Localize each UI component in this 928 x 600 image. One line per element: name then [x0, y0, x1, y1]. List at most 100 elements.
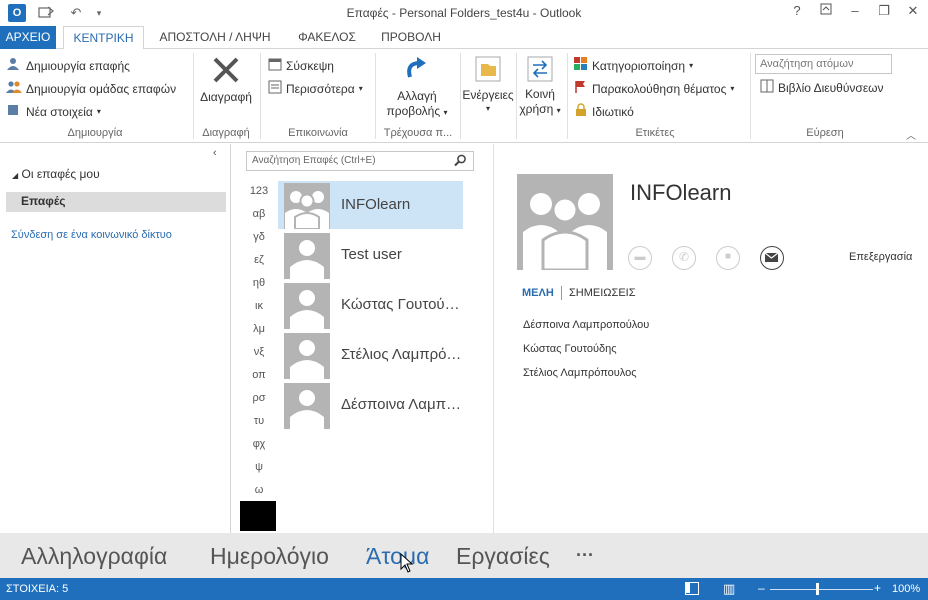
- normal-view-icon-pane: [686, 583, 690, 593]
- contact-card[interactable]: INFOlearn: [278, 181, 463, 229]
- actions-button[interactable]: Ενέργειες ▾: [462, 55, 514, 113]
- nav-calendar[interactable]: Ημερολόγιο: [210, 543, 329, 570]
- group-label-communicate: Επικοινωνία: [288, 127, 348, 139]
- ribbon-display-options-button[interactable]: [815, 3, 837, 21]
- ribbon-separator: [260, 53, 261, 139]
- alphabet-index-item[interactable]: γδ: [246, 231, 272, 243]
- zoom-level[interactable]: 100%: [892, 583, 920, 595]
- zoom-in-icon[interactable]: +: [874, 581, 881, 595]
- categorize-button[interactable]: Κατηγοριοποίηση ▾: [574, 57, 693, 74]
- alphabet-index-item[interactable]: φχ: [246, 438, 272, 450]
- alphabet-index-item[interactable]: ρσ: [246, 392, 272, 404]
- folder-pane: ‹ ◢ Οι επαφές μου Επαφές Σύνδεση σε ένα …: [0, 144, 231, 533]
- tab-home[interactable]: ΚΕΝΤΡΙΚΗ: [63, 26, 144, 50]
- member-item[interactable]: Δέσποινα Λαμπροπούλου: [523, 319, 649, 331]
- email-icon[interactable]: [760, 246, 784, 270]
- nav-tasks[interactable]: Εργασίες: [456, 543, 550, 570]
- group-label-find: Εύρεση: [806, 127, 844, 139]
- nav-mail[interactable]: Αλληλογραφία: [21, 543, 167, 570]
- search-contacts-placeholder: Αναζήτηση Επαφές (Ctrl+E): [252, 155, 376, 166]
- more-button[interactable]: Περισσότερα ▾: [268, 80, 363, 97]
- address-book-icon: [760, 79, 774, 96]
- tab-send-receive[interactable]: ΑΠΟΣΤΟΛΗ / ΛΗΨΗ: [152, 26, 278, 49]
- contact-card[interactable]: Δέσποινα Λαμπροπούλου: [278, 381, 463, 429]
- close-button[interactable]: ✕: [902, 3, 924, 21]
- help-button[interactable]: ?: [786, 3, 808, 21]
- im-icon[interactable]: ▬: [628, 246, 652, 270]
- zoom-slider-thumb[interactable]: [816, 583, 819, 595]
- change-view-button[interactable]: Αλλαγή προβολής ▾: [382, 55, 452, 120]
- contact-card[interactable]: Στέλιος Λαμπρόπουλος: [278, 331, 463, 379]
- group-label-delete: Διαγραφή: [202, 127, 250, 139]
- connect-social-network-link[interactable]: Σύνδεση σε ένα κοινωνικό δίκτυο: [11, 229, 172, 241]
- restore-button[interactable]: ❐: [873, 3, 895, 21]
- nav-more[interactable]: ···: [576, 545, 594, 566]
- new-items-button[interactable]: Νέα στοιχεία ▾: [6, 103, 101, 120]
- title-bar: O ↶ ▾ Επαφές - Personal Folders_test4u -…: [0, 0, 928, 26]
- actions-label: Ενέργειες: [462, 88, 514, 102]
- search-contacts-input[interactable]: Αναζήτηση Επαφές (Ctrl+E): [246, 151, 474, 171]
- alphabet-index-item[interactable]: 123: [246, 185, 272, 197]
- alphabet-scroll-block[interactable]: [240, 501, 276, 531]
- tab-file[interactable]: ΑΡΧΕΙΟ: [0, 26, 56, 49]
- alphabet-index-item[interactable]: ηθ: [246, 277, 272, 289]
- search-people-placeholder: Αναζήτηση ατόμων: [760, 58, 854, 70]
- tab-view[interactable]: ΠΡΟΒΟΛΗ: [374, 26, 448, 49]
- member-item[interactable]: Κώστας Γουτούδης: [523, 343, 617, 355]
- meeting-label: Σύσκεψη: [286, 58, 334, 73]
- nav-people[interactable]: Άτομα: [366, 543, 429, 570]
- my-contacts-header[interactable]: ◢ Οι επαφές μου: [12, 167, 100, 181]
- search-icon: [454, 154, 467, 170]
- follow-up-button[interactable]: Παρακολούθηση θέματος ▾: [574, 80, 734, 97]
- folder-contacts[interactable]: Επαφές: [6, 192, 226, 212]
- alphabet-index-item[interactable]: αβ: [246, 208, 272, 220]
- new-contact-group-button[interactable]: Δημιουργία ομάδας επαφών: [6, 80, 176, 97]
- member-item[interactable]: Στέλιος Λαμπρόπουλος: [523, 367, 637, 379]
- share-icon: [526, 55, 554, 87]
- normal-view-icon[interactable]: [685, 582, 699, 595]
- new-contact-button[interactable]: Δημιουργία επαφής: [6, 57, 130, 74]
- address-book-button[interactable]: Βιβλίο Διευθύνσεων: [760, 79, 884, 96]
- private-button[interactable]: Ιδιωτικό: [574, 103, 634, 120]
- collapse-ribbon-icon[interactable]: ︿: [906, 127, 916, 142]
- contact-card-name: Κώστας Γουτούδης: [341, 296, 463, 313]
- zoom-slider[interactable]: [770, 589, 873, 590]
- alphabet-index-item[interactable]: τυ: [246, 415, 272, 427]
- alphabet-index-item[interactable]: ω: [246, 484, 272, 496]
- tab-members[interactable]: ΜΕΛΗ: [522, 287, 554, 299]
- alphabet-index-item[interactable]: λμ: [246, 323, 272, 335]
- tab-folder[interactable]: ΦΑΚΕΛΟΣ: [290, 26, 364, 49]
- ribbon-separator: [193, 53, 194, 139]
- ribbon-separator: [375, 53, 376, 139]
- alphabet-index-item[interactable]: νξ: [246, 346, 272, 358]
- mouse-cursor-icon: [400, 552, 414, 576]
- contact-card-name: Test user: [341, 246, 402, 263]
- delete-button[interactable]: Διαγραφή: [197, 55, 255, 104]
- alphabet-index-item[interactable]: οπ: [246, 369, 272, 381]
- follow-up-label: Παρακολούθηση θέματος: [592, 81, 727, 96]
- tab-divider: [561, 286, 562, 300]
- alphabet-index-item[interactable]: ικ: [246, 300, 272, 312]
- alphabet-index-item[interactable]: ψ: [246, 461, 272, 473]
- tab-notes[interactable]: ΣΗΜΕΙΩΣΕΙΣ: [569, 287, 636, 299]
- share-button[interactable]: Κοινή χρήση ▾: [517, 55, 563, 118]
- meeting-button[interactable]: Σύσκεψη: [268, 57, 334, 74]
- search-people-input[interactable]: Αναζήτηση ατόμων: [755, 54, 892, 74]
- new-contact-label: Δημιουργία επαφής: [26, 58, 130, 73]
- minimize-button[interactable]: –: [844, 3, 866, 21]
- zoom-out-icon[interactable]: –: [758, 581, 765, 595]
- collapse-folder-pane-icon[interactable]: ‹: [213, 147, 217, 159]
- new-items-icon: [6, 103, 22, 120]
- phone-icon[interactable]: ✆: [672, 246, 696, 270]
- change-view-icon: [402, 55, 432, 89]
- status-bar: ΣΤΟΙΧΕΙΑ: 5 ▥ – + 100%: [0, 578, 928, 600]
- video-call-icon[interactable]: ■: [716, 246, 740, 270]
- contact-group-icon: [6, 80, 22, 97]
- contact-card[interactable]: Κώστας Γουτούδης: [278, 281, 463, 329]
- edit-link[interactable]: Επεξεργασία: [849, 251, 912, 263]
- actions-icon: [474, 55, 502, 86]
- delete-icon: [211, 55, 241, 88]
- reading-view-icon[interactable]: ▥: [723, 581, 735, 597]
- alphabet-index-item[interactable]: εζ: [246, 254, 272, 266]
- contact-card[interactable]: Test user: [278, 231, 463, 279]
